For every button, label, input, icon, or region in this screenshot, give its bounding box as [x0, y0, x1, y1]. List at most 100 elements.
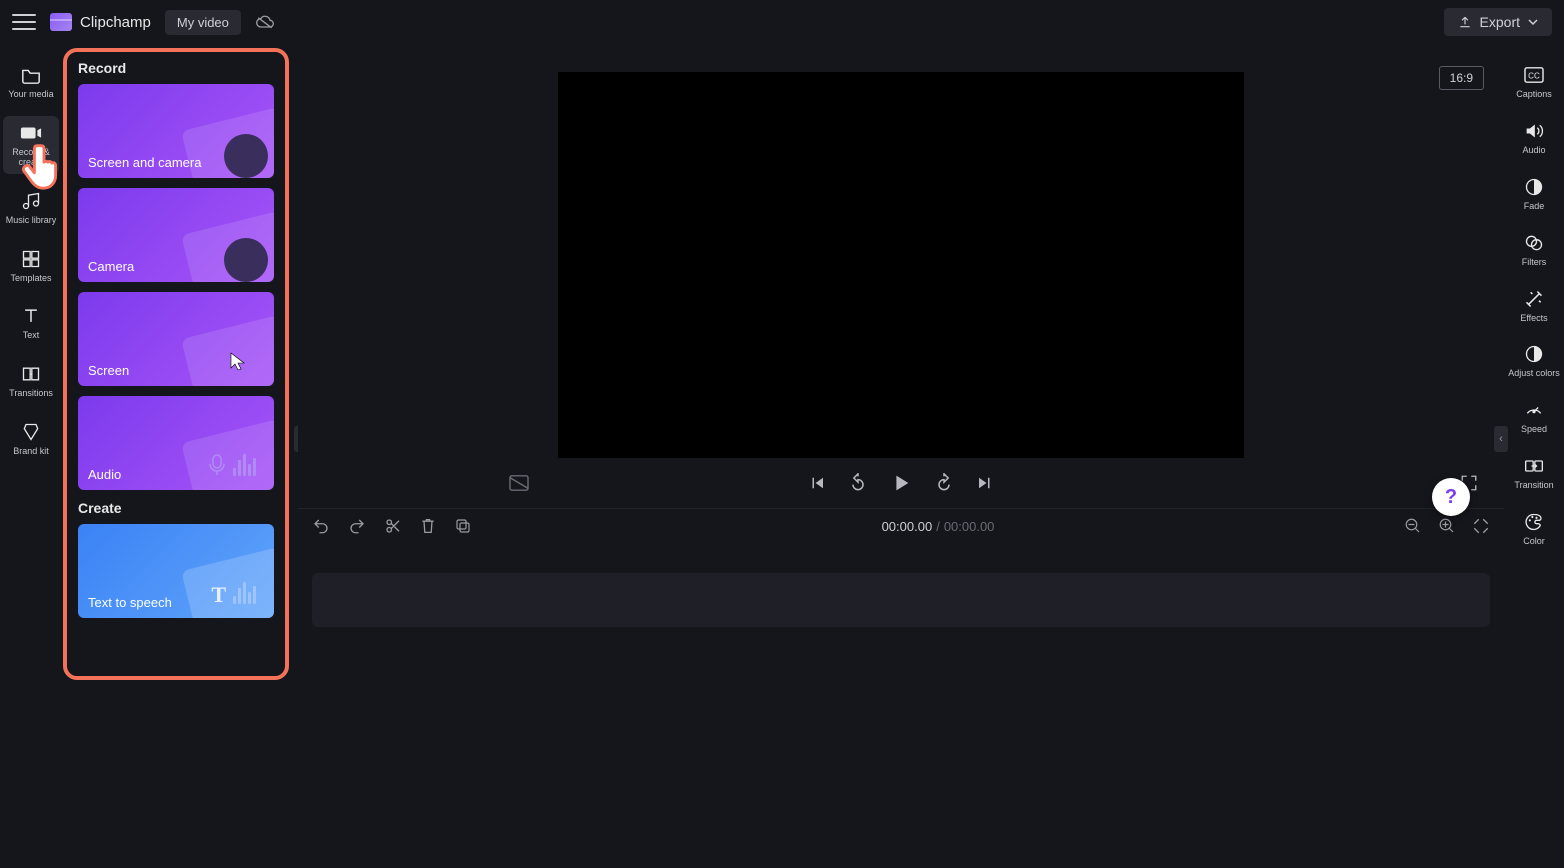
sidebar-item-speed[interactable]: Speed — [1507, 393, 1561, 441]
sidebar-item-transition[interactable]: Transition — [1507, 449, 1561, 497]
safe-zone-toggle[interactable] — [508, 474, 530, 492]
brand[interactable]: Clipchamp — [50, 13, 151, 31]
help-icon: ? — [1445, 486, 1457, 509]
adjust-icon — [1523, 343, 1545, 365]
sidebar-item-adjust-colors[interactable]: Adjust colors — [1507, 337, 1561, 385]
rewind-button[interactable] — [848, 473, 868, 493]
waveform-icon — [232, 582, 268, 604]
duplicate-button[interactable] — [454, 517, 472, 535]
transitions-icon — [20, 363, 42, 385]
color-icon — [1523, 511, 1545, 533]
sidebar-item-label: Music library — [6, 216, 57, 226]
redo-button[interactable] — [348, 517, 366, 535]
card-screen-and-camera[interactable]: Screen and camera — [78, 84, 274, 178]
sidebar-item-color[interactable]: Color — [1507, 505, 1561, 553]
transition-icon — [1523, 455, 1545, 477]
tutorial-hand-pointer-icon — [16, 136, 74, 194]
skip-forward-button[interactable] — [976, 474, 994, 492]
help-button[interactable]: ? — [1432, 478, 1470, 516]
sidebar-item-label: Effects — [1520, 314, 1547, 324]
waveform-icon — [232, 454, 268, 476]
fade-icon — [1523, 176, 1545, 198]
card-label: Screen and camera — [88, 155, 201, 170]
svg-text:CC: CC — [1528, 72, 1540, 81]
menu-button[interactable] — [12, 10, 36, 34]
brandkit-icon — [20, 421, 42, 443]
chevron-down-icon — [1528, 17, 1538, 27]
aspect-ratio-button[interactable]: 16:9 — [1439, 66, 1484, 90]
section-title-create: Create — [78, 500, 288, 516]
templates-icon — [20, 248, 42, 270]
effects-icon — [1523, 288, 1545, 310]
player-controls — [298, 458, 1504, 508]
video-preview[interactable] — [558, 72, 1244, 458]
collapse-right-panel-button[interactable]: ‹ — [1494, 426, 1508, 452]
right-sidebar: ‹ CC Captions Audio Fade Filters Effects… — [1504, 44, 1564, 868]
zoom-in-button[interactable] — [1438, 517, 1456, 535]
export-label: Export — [1480, 14, 1520, 30]
sidebar-item-brand-kit[interactable]: Brand kit — [3, 415, 59, 463]
timecode-total: 00:00.00 — [944, 519, 995, 534]
sidebar-item-label: Templates — [10, 274, 51, 284]
sidebar-item-label: Transition — [1514, 481, 1553, 491]
sidebar-item-filters[interactable]: Filters — [1507, 226, 1561, 274]
record-create-panel: Record Screen and camera Camera Screen A… — [62, 44, 298, 868]
text-icon — [20, 305, 42, 327]
timeline-toolbar: 00:00.00 / 00:00.00 — [298, 508, 1504, 543]
card-label: Screen — [88, 363, 129, 378]
sidebar-item-captions[interactable]: CC Captions — [1507, 58, 1561, 106]
sidebar-item-label: Your media — [8, 90, 53, 100]
sidebar-item-effects[interactable]: Effects — [1507, 282, 1561, 330]
sidebar-item-label: Filters — [1522, 258, 1547, 268]
speaker-icon — [1523, 120, 1545, 142]
sidebar-item-label: Brand kit — [13, 447, 49, 457]
timeline-track[interactable] — [312, 573, 1490, 627]
sidebar-item-label: Speed — [1521, 425, 1547, 435]
text-icon: T — [211, 582, 226, 608]
sidebar-item-label: Fade — [1524, 202, 1545, 212]
export-button[interactable]: Export — [1444, 8, 1552, 36]
sidebar-item-transitions[interactable]: Transitions — [3, 357, 59, 405]
section-title-record: Record — [78, 60, 288, 76]
card-label: Audio — [88, 467, 121, 482]
undo-button[interactable] — [312, 517, 330, 535]
skip-back-button[interactable] — [808, 474, 826, 492]
sidebar-item-audio[interactable]: Audio — [1507, 114, 1561, 162]
sidebar-item-fade[interactable]: Fade — [1507, 170, 1561, 218]
sidebar-item-templates[interactable]: Templates — [3, 242, 59, 290]
forward-button[interactable] — [934, 473, 954, 493]
topbar: Clipchamp My video Export — [0, 0, 1564, 44]
play-button[interactable] — [890, 472, 912, 494]
folder-icon — [20, 64, 42, 86]
card-label: Camera — [88, 259, 134, 274]
split-button[interactable] — [384, 517, 402, 535]
delete-button[interactable] — [420, 517, 436, 535]
microphone-icon — [208, 454, 226, 476]
fit-timeline-button[interactable] — [1472, 517, 1490, 535]
card-audio[interactable]: Audio — [78, 396, 274, 490]
sidebar-item-label: Captions — [1516, 90, 1552, 100]
cursor-icon — [230, 352, 246, 372]
timecode-current: 00:00.00 — [882, 519, 933, 534]
card-camera[interactable]: Camera — [78, 188, 274, 282]
timeline-tracks[interactable] — [298, 543, 1504, 868]
sidebar-item-your-media[interactable]: Your media — [3, 58, 59, 106]
sidebar-item-label: Audio — [1522, 146, 1545, 156]
zoom-out-button[interactable] — [1404, 517, 1422, 535]
sidebar-item-label: Text — [23, 331, 40, 341]
card-label: Text to speech — [88, 595, 172, 610]
card-screen[interactable]: Screen — [78, 292, 274, 386]
speed-icon — [1523, 399, 1545, 421]
filters-icon — [1523, 232, 1545, 254]
sidebar-item-label: Transitions — [9, 389, 53, 399]
sidebar-item-text[interactable]: Text — [3, 299, 59, 347]
cloud-sync-icon[interactable] — [255, 14, 275, 30]
project-name-input[interactable]: My video — [165, 10, 241, 35]
center-area: 16:9 00:00.00 / 00:00.00 — [298, 44, 1504, 868]
timecode: 00:00.00 / 00:00.00 — [490, 519, 1386, 534]
sidebar-item-label: Adjust colors — [1508, 369, 1560, 379]
card-text-to-speech[interactable]: T Text to speech — [78, 524, 274, 618]
upload-icon — [1458, 15, 1472, 29]
brand-logo-icon — [50, 13, 72, 31]
brand-label: Clipchamp — [80, 14, 151, 31]
